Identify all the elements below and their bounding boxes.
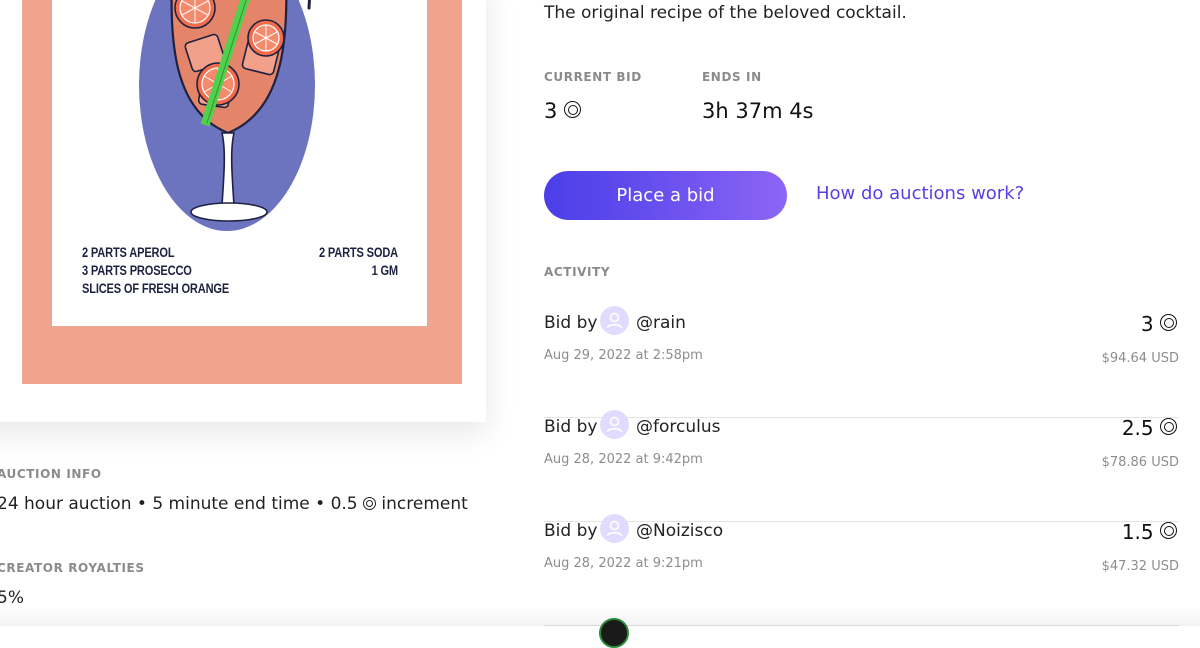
auction-info-value: 24 hour auction • 5 minute end time • 0.… xyxy=(0,494,468,514)
artwork-description: The original recipe of the beloved cockt… xyxy=(544,3,907,23)
tezos-coin-icon xyxy=(1160,522,1177,539)
bid-usd-value: $94.64 USD xyxy=(1101,351,1179,366)
bid-by-label: Bid by xyxy=(544,417,598,437)
recipe-line: 1 GM xyxy=(371,263,399,278)
activity-label: ACTIVITY xyxy=(544,265,611,279)
ends-in-countdown: 3h 37m 4s xyxy=(702,99,814,123)
activity-item: Bid by @rain Aug 29, 2022 at 2:58pm 3 $9… xyxy=(544,306,1179,418)
tezos-coin-icon xyxy=(363,497,377,510)
recipe-ingredients-left: 2 PARTS APEROL 3 PARTS PROSECCO SLICES O… xyxy=(82,244,229,298)
bid-usd-value: $78.86 USD xyxy=(1101,455,1179,470)
cocktail-illustration xyxy=(139,0,315,231)
bidder-username-link[interactable]: @forculus xyxy=(636,417,720,437)
bid-timestamp: Aug 29, 2022 at 2:58pm xyxy=(544,348,703,363)
current-bid-amount: 3 xyxy=(544,99,558,123)
user-avatar-icon[interactable] xyxy=(600,306,629,335)
how-auctions-work-link[interactable]: How do auctions work? xyxy=(816,183,1024,204)
user-avatar-icon[interactable] xyxy=(600,514,629,543)
bidder-username-link[interactable]: @Noizisco xyxy=(636,521,723,541)
recipe-line: 3 PARTS PROSECCO xyxy=(82,263,192,278)
bid-amount-value: 2.5 xyxy=(1121,416,1154,440)
bid-timestamp: Aug 28, 2022 at 9:21pm xyxy=(544,556,703,571)
bid-amount-value: 1.5 xyxy=(1121,520,1154,544)
bidder-username-link[interactable]: @rain xyxy=(636,313,686,333)
glass-base xyxy=(190,202,268,222)
current-bid-label: CURRENT BID xyxy=(544,70,642,84)
auction-info-text: 24 hour auction • 5 minute end time • 0.… xyxy=(0,494,358,514)
recipe-line: 2 PARTS SODA xyxy=(318,245,398,260)
bid-amount: 1.5 xyxy=(1122,520,1177,544)
bid-usd-value: $47.32 USD xyxy=(1101,559,1179,574)
creator-royalties-label: CREATOR ROYALTIES xyxy=(0,561,145,575)
tezos-coin-icon xyxy=(1160,314,1177,331)
orange-slice xyxy=(247,19,285,57)
user-avatar-icon[interactable] xyxy=(600,410,629,439)
tezos-coin-icon xyxy=(564,101,582,118)
current-bid-value: 3 xyxy=(544,99,582,123)
auction-info-suffix: increment xyxy=(381,494,468,514)
user-avatar-icon[interactable] xyxy=(599,618,629,648)
bid-amount-value: 3 xyxy=(1140,312,1154,336)
recipe-line: 2 PARTS APEROL xyxy=(82,245,175,260)
auction-info-label: AUCTION INFO xyxy=(0,467,102,481)
recipe-ingredients-right: 2 PARTS SODA 1 GM xyxy=(260,244,398,280)
bid-by-label: Bid by xyxy=(544,313,598,333)
bid-by-label: Bid by xyxy=(544,521,598,541)
activity-item: Bid by @Noizisco Aug 28, 2022 at 9:21pm … xyxy=(544,514,1179,626)
bid-amount: 2.5 xyxy=(1122,416,1177,440)
activity-item: Bid by @forculus Aug 28, 2022 at 9:42pm … xyxy=(544,410,1179,522)
place-bid-button[interactable]: Place a bid xyxy=(544,171,787,220)
glass-stem xyxy=(220,132,236,206)
bid-amount: 3 xyxy=(1141,312,1177,336)
bid-timestamp: Aug 28, 2022 at 9:42pm xyxy=(544,452,703,467)
creator-royalties-value: 5% xyxy=(0,588,24,608)
tezos-coin-icon xyxy=(1160,418,1177,435)
ends-in-label: ENDS IN xyxy=(702,70,762,84)
recipe-line: SLICES OF FRESH ORANGE xyxy=(82,281,230,296)
